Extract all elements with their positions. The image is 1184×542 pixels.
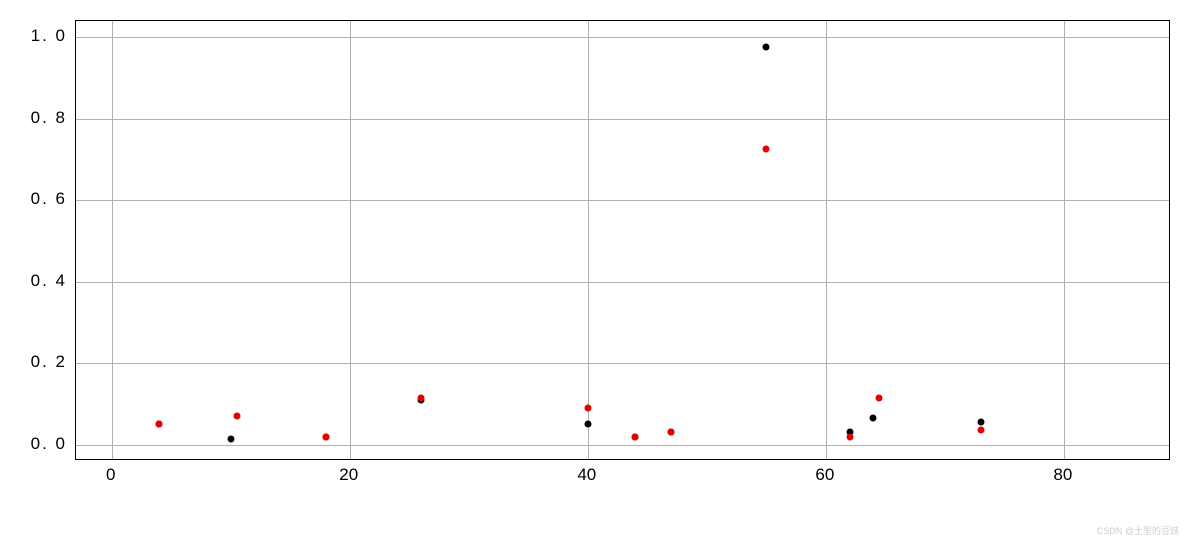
data-point-red <box>977 427 984 434</box>
data-point-red <box>876 394 883 401</box>
gridline-h <box>76 200 1169 201</box>
data-point-red <box>584 405 591 412</box>
gridline-v <box>350 21 351 459</box>
y-tick-label: 1. 0 <box>31 26 67 46</box>
data-point-black <box>227 435 234 442</box>
data-point-red <box>763 146 770 153</box>
gridline-v <box>588 21 589 459</box>
y-tick-label: 0. 6 <box>31 189 67 209</box>
gridline-v <box>826 21 827 459</box>
data-point-red <box>322 433 329 440</box>
data-point-red <box>233 413 240 420</box>
watermark: CSDN @土里的豆豉 <box>1097 524 1179 537</box>
data-point-red <box>846 433 853 440</box>
plot-area <box>75 20 1170 460</box>
x-tick-label: 60 <box>815 465 834 485</box>
y-tick-label: 0. 2 <box>31 352 67 372</box>
gridline-h <box>76 445 1169 446</box>
data-point-red <box>156 421 163 428</box>
gridline-h <box>76 363 1169 364</box>
gridline-h <box>76 282 1169 283</box>
gridline-h <box>76 119 1169 120</box>
data-point-black <box>763 44 770 51</box>
scatter-chart: 0204060800. 00. 20. 40. 60. 81. 0 <box>50 10 1170 490</box>
gridline-v <box>112 21 113 459</box>
x-tick-label: 40 <box>577 465 596 485</box>
y-tick-label: 0. 0 <box>31 434 67 454</box>
data-point-black <box>584 421 591 428</box>
x-tick-label: 20 <box>339 465 358 485</box>
x-tick-label: 80 <box>1053 465 1072 485</box>
y-tick-label: 0. 4 <box>31 271 67 291</box>
x-tick-label: 0 <box>106 465 115 485</box>
gridline-h <box>76 37 1169 38</box>
data-point-black <box>977 419 984 426</box>
data-point-red <box>668 429 675 436</box>
y-tick-label: 0. 8 <box>31 108 67 128</box>
gridline-v <box>1064 21 1065 459</box>
data-point-red <box>632 433 639 440</box>
data-point-red <box>418 394 425 401</box>
data-point-black <box>870 415 877 422</box>
